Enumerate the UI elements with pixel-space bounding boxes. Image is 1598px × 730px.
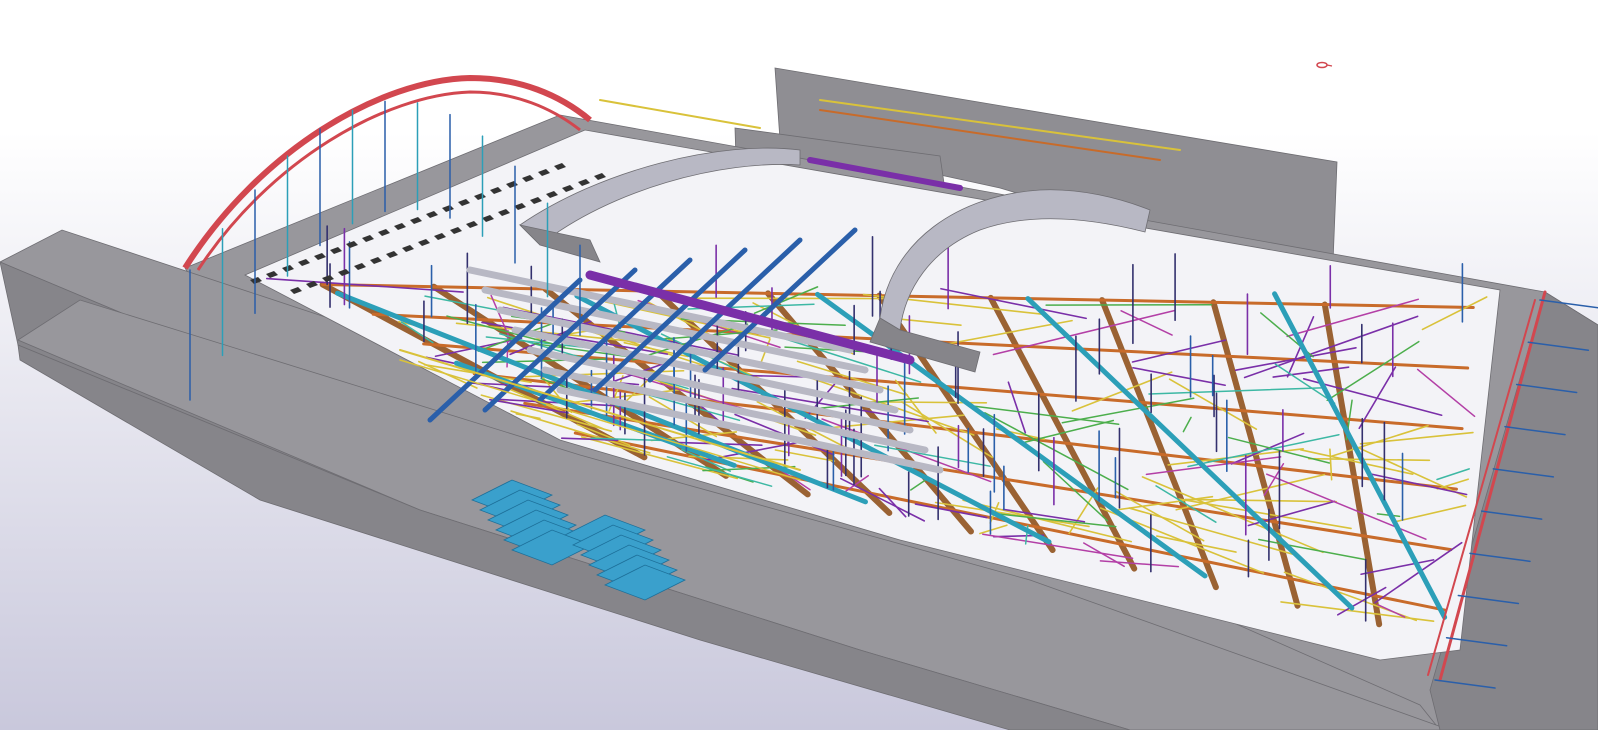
structural-model-view[interactable] xyxy=(0,0,1598,730)
model-viewport[interactable] xyxy=(0,0,1598,730)
